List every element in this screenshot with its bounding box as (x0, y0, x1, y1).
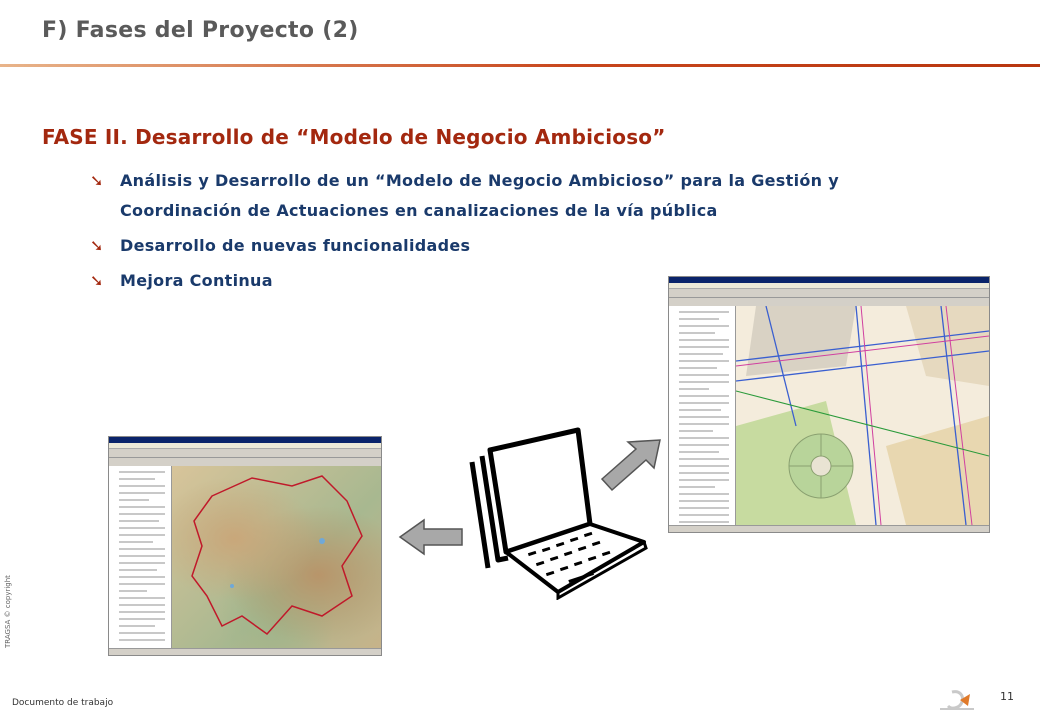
title-divider (0, 64, 1040, 67)
gis-screenshot-streets (668, 276, 990, 533)
bullet-text: Análisis y Desarrollo de un “Modelo de N… (120, 171, 839, 220)
company-logo-icon (940, 690, 974, 710)
bullet-text: Mejora Continua (120, 271, 273, 290)
relief-map-graphic (191, 475, 363, 636)
section-heading: FASE II. Desarrollo de “Modelo de Negoci… (42, 125, 666, 149)
bullet-item: ➘ Desarrollo de nuevas funcionalidades (90, 231, 890, 261)
document-label: Documento de trabajo (12, 698, 114, 708)
slide-title: F) Fases del Proyecto (2) (42, 18, 359, 43)
arrow-up-right-icon (600, 439, 661, 492)
page-number: 11 (1000, 690, 1014, 703)
bullet-text: Desarrollo de nuevas funcionalidades (120, 236, 471, 255)
bullet-arrow-icon: ➘ (90, 236, 104, 255)
arrow-left-icon (398, 518, 463, 556)
street-map-graphic (735, 305, 989, 526)
copyright-note: TRAGSA © copyright (4, 575, 12, 648)
bullet-arrow-icon: ➘ (90, 171, 104, 190)
bullet-item: ➘ Análisis y Desarrollo de un “Modelo de… (90, 166, 890, 226)
bullet-arrow-icon: ➘ (90, 271, 104, 290)
gis-screenshot-relief (108, 436, 382, 656)
